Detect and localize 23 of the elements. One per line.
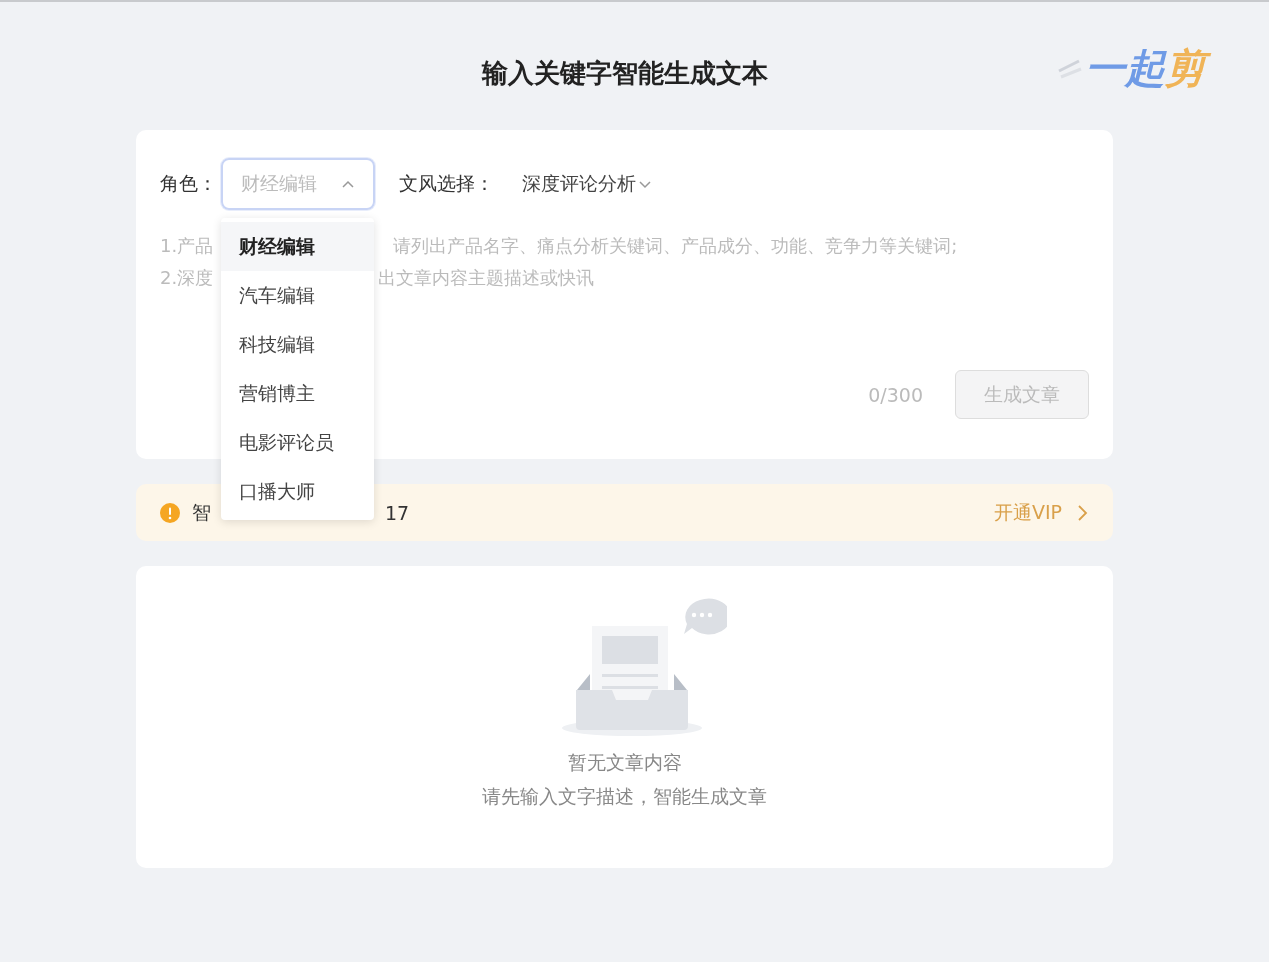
- menu-item[interactable]: 科技编辑: [221, 320, 374, 369]
- page-title: 输入关键字智能生成文本: [481, 57, 768, 90]
- placeholder-text: 1.产品: [160, 234, 214, 258]
- logo: 一起剪: [1057, 38, 1213, 100]
- notice-text: 17: [385, 501, 410, 524]
- notice-text: 智: [192, 499, 211, 525]
- role-label: 角色：: [160, 171, 217, 196]
- menu-item[interactable]: 汽车编辑: [221, 271, 374, 320]
- menu-item[interactable]: 电影评论员: [221, 418, 374, 467]
- placeholder-text: 出文章内容主题描述或快讯: [378, 266, 595, 290]
- menu-item[interactable]: 财经编辑: [221, 222, 374, 271]
- streak-icon: [1057, 57, 1083, 79]
- warning-icon: [160, 502, 180, 523]
- placeholder-text: 2.深度: [160, 266, 214, 290]
- style-label: 文风选择：: [399, 171, 494, 196]
- menu-item[interactable]: 营销博主: [221, 369, 374, 418]
- placeholder-text: 请列出产品名字、痛点分析关键词、产品成分、功能、竞争力等关键词;: [393, 234, 958, 258]
- menu-item[interactable]: 口播大师: [221, 467, 374, 516]
- empty-hint: 请先输入文字描述，智能生成文章: [482, 784, 767, 809]
- chevron-right-icon: [1076, 503, 1089, 522]
- character-counter: 0/300: [868, 383, 923, 406]
- style-select[interactable]: 深度评论分析: [522, 171, 652, 197]
- empty-title: 暂无文章内容: [567, 750, 682, 775]
